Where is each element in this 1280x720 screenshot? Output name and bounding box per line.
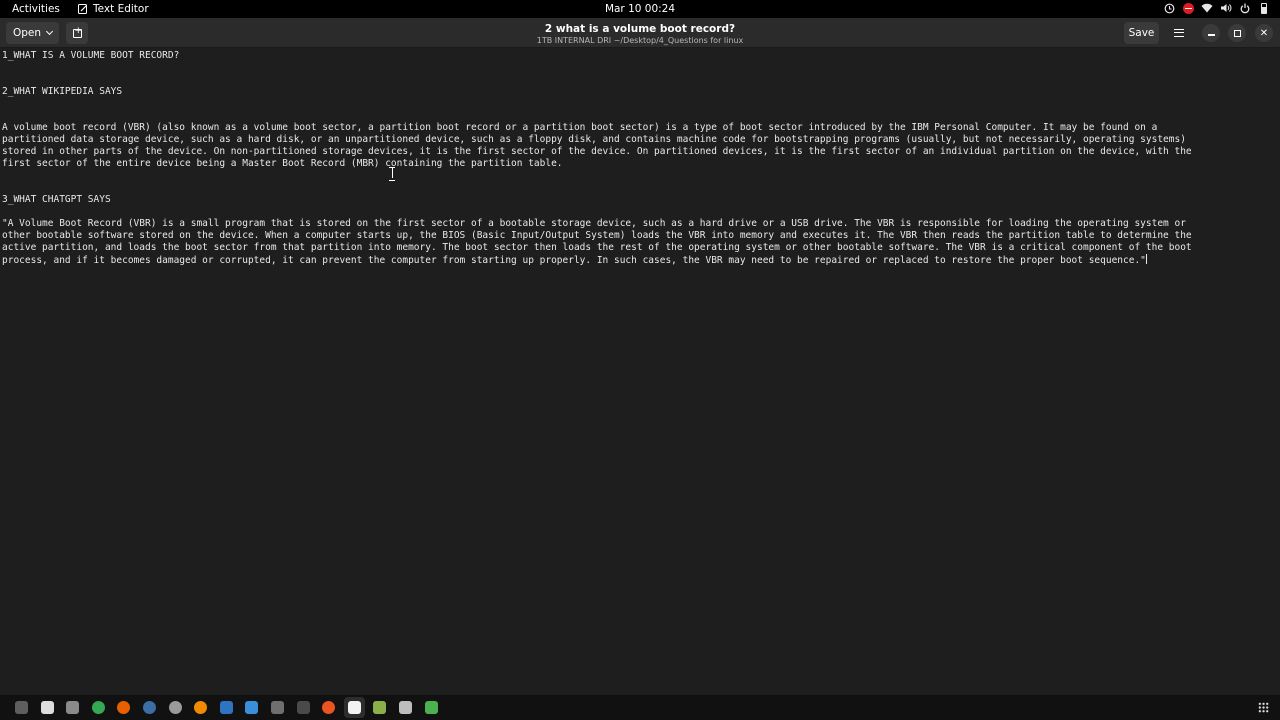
volume-icon[interactable] xyxy=(1220,2,1232,14)
document-icon[interactable] xyxy=(399,701,412,714)
chevron-down-icon xyxy=(45,27,54,36)
text-line[interactable]: stored in other parts of the device. On … xyxy=(2,146,1278,158)
do-not-disturb-icon[interactable] xyxy=(1182,2,1194,14)
text-editor-small-icon xyxy=(78,4,87,14)
open-button[interactable]: Open xyxy=(6,22,59,44)
maximize-button[interactable] xyxy=(1228,24,1246,42)
notes-icon[interactable] xyxy=(373,701,387,714)
taskbar xyxy=(0,695,1280,720)
vscode-icon[interactable] xyxy=(245,701,259,714)
text-editor-active-icon[interactable] xyxy=(343,697,365,718)
terminal-icon[interactable] xyxy=(271,701,284,714)
settings-icon[interactable] xyxy=(168,701,182,714)
update-icon[interactable] xyxy=(1163,2,1175,14)
text-editor-area[interactable]: 1_WHAT IS A VOLUME BOOT RECORD? 2_WHAT W… xyxy=(0,49,1280,695)
calculator-icon[interactable] xyxy=(296,701,310,714)
vlc-icon[interactable] xyxy=(194,701,208,714)
text-line[interactable]: "A Volume Boot Record (VBR) is a small p… xyxy=(2,218,1278,230)
minimize-button[interactable] xyxy=(1202,24,1220,42)
window-title-block: 2 what is a volume boot record? 1TB INTE… xyxy=(440,23,840,46)
files-icon[interactable] xyxy=(15,701,28,714)
app-icon-orange[interactable] xyxy=(322,701,336,714)
folder-icon[interactable] xyxy=(66,701,80,714)
text-line[interactable]: first sector of the entire device being … xyxy=(2,158,1278,170)
document-path: 1TB INTERNAL DRI ~/Desktop/4_Questions f… xyxy=(536,36,744,45)
clock[interactable]: Mar 10 00:24 xyxy=(605,3,675,15)
activities-button[interactable]: Activities xyxy=(12,3,60,15)
system-tray[interactable] xyxy=(1163,2,1270,14)
header-bar: Open 2 what is a volume boot record? 1TB… xyxy=(0,18,1280,48)
battery-icon[interactable] xyxy=(1258,2,1270,14)
text-line[interactable]: other bootable software stored on the de… xyxy=(2,230,1278,242)
text-line[interactable]: 2_WHAT WIKIPEDIA SAYS xyxy=(2,86,1278,98)
power-icon[interactable] xyxy=(1239,2,1251,14)
close-icon: ✕ xyxy=(1259,27,1269,39)
mouse-ibeam-cursor-icon xyxy=(389,167,395,181)
spreadsheet-icon[interactable] xyxy=(424,701,438,714)
close-button[interactable]: ✕ xyxy=(1255,24,1273,42)
steam-icon[interactable] xyxy=(143,701,156,714)
main-menu-button[interactable] xyxy=(1168,22,1190,44)
chrome-icon[interactable] xyxy=(91,701,105,714)
app-name: Text Editor xyxy=(93,3,149,15)
text-line[interactable]: active partition, and loads the boot sec… xyxy=(2,242,1278,254)
text-line[interactable]: 1_WHAT IS A VOLUME BOOT RECORD? xyxy=(2,50,1278,62)
minimize-icon xyxy=(1207,34,1215,36)
save-button[interactable]: Save xyxy=(1124,22,1159,44)
firefox-icon[interactable] xyxy=(117,701,131,714)
text-line[interactable]: process, and if it becomes damaged or co… xyxy=(2,255,1146,266)
new-document-button[interactable] xyxy=(66,22,88,44)
maximize-icon xyxy=(1233,29,1241,37)
text-line[interactable]: partitioned data storage device, such as… xyxy=(2,134,1278,146)
text-cursor xyxy=(1145,254,1147,264)
text-editor-icon[interactable] xyxy=(40,701,54,714)
virtualbox-icon[interactable] xyxy=(219,701,233,714)
open-label: Open xyxy=(12,27,42,39)
wifi-icon[interactable] xyxy=(1201,2,1213,14)
text-line[interactable]: A volume boot record (VBR) (also known a… xyxy=(2,122,1278,134)
document-title: 2 what is a volume boot record? xyxy=(544,23,736,35)
hamburger-menu-icon xyxy=(1174,29,1184,37)
show-apps-grid-icon[interactable] xyxy=(1258,702,1269,713)
top-bar: Activities Text Editor Mar 10 00:24 xyxy=(0,0,1280,18)
text-line[interactable]: 3_WHAT CHATGPT SAYS xyxy=(2,194,1278,206)
app-menu[interactable]: Text Editor xyxy=(78,3,149,15)
new-tab-icon xyxy=(72,26,82,38)
